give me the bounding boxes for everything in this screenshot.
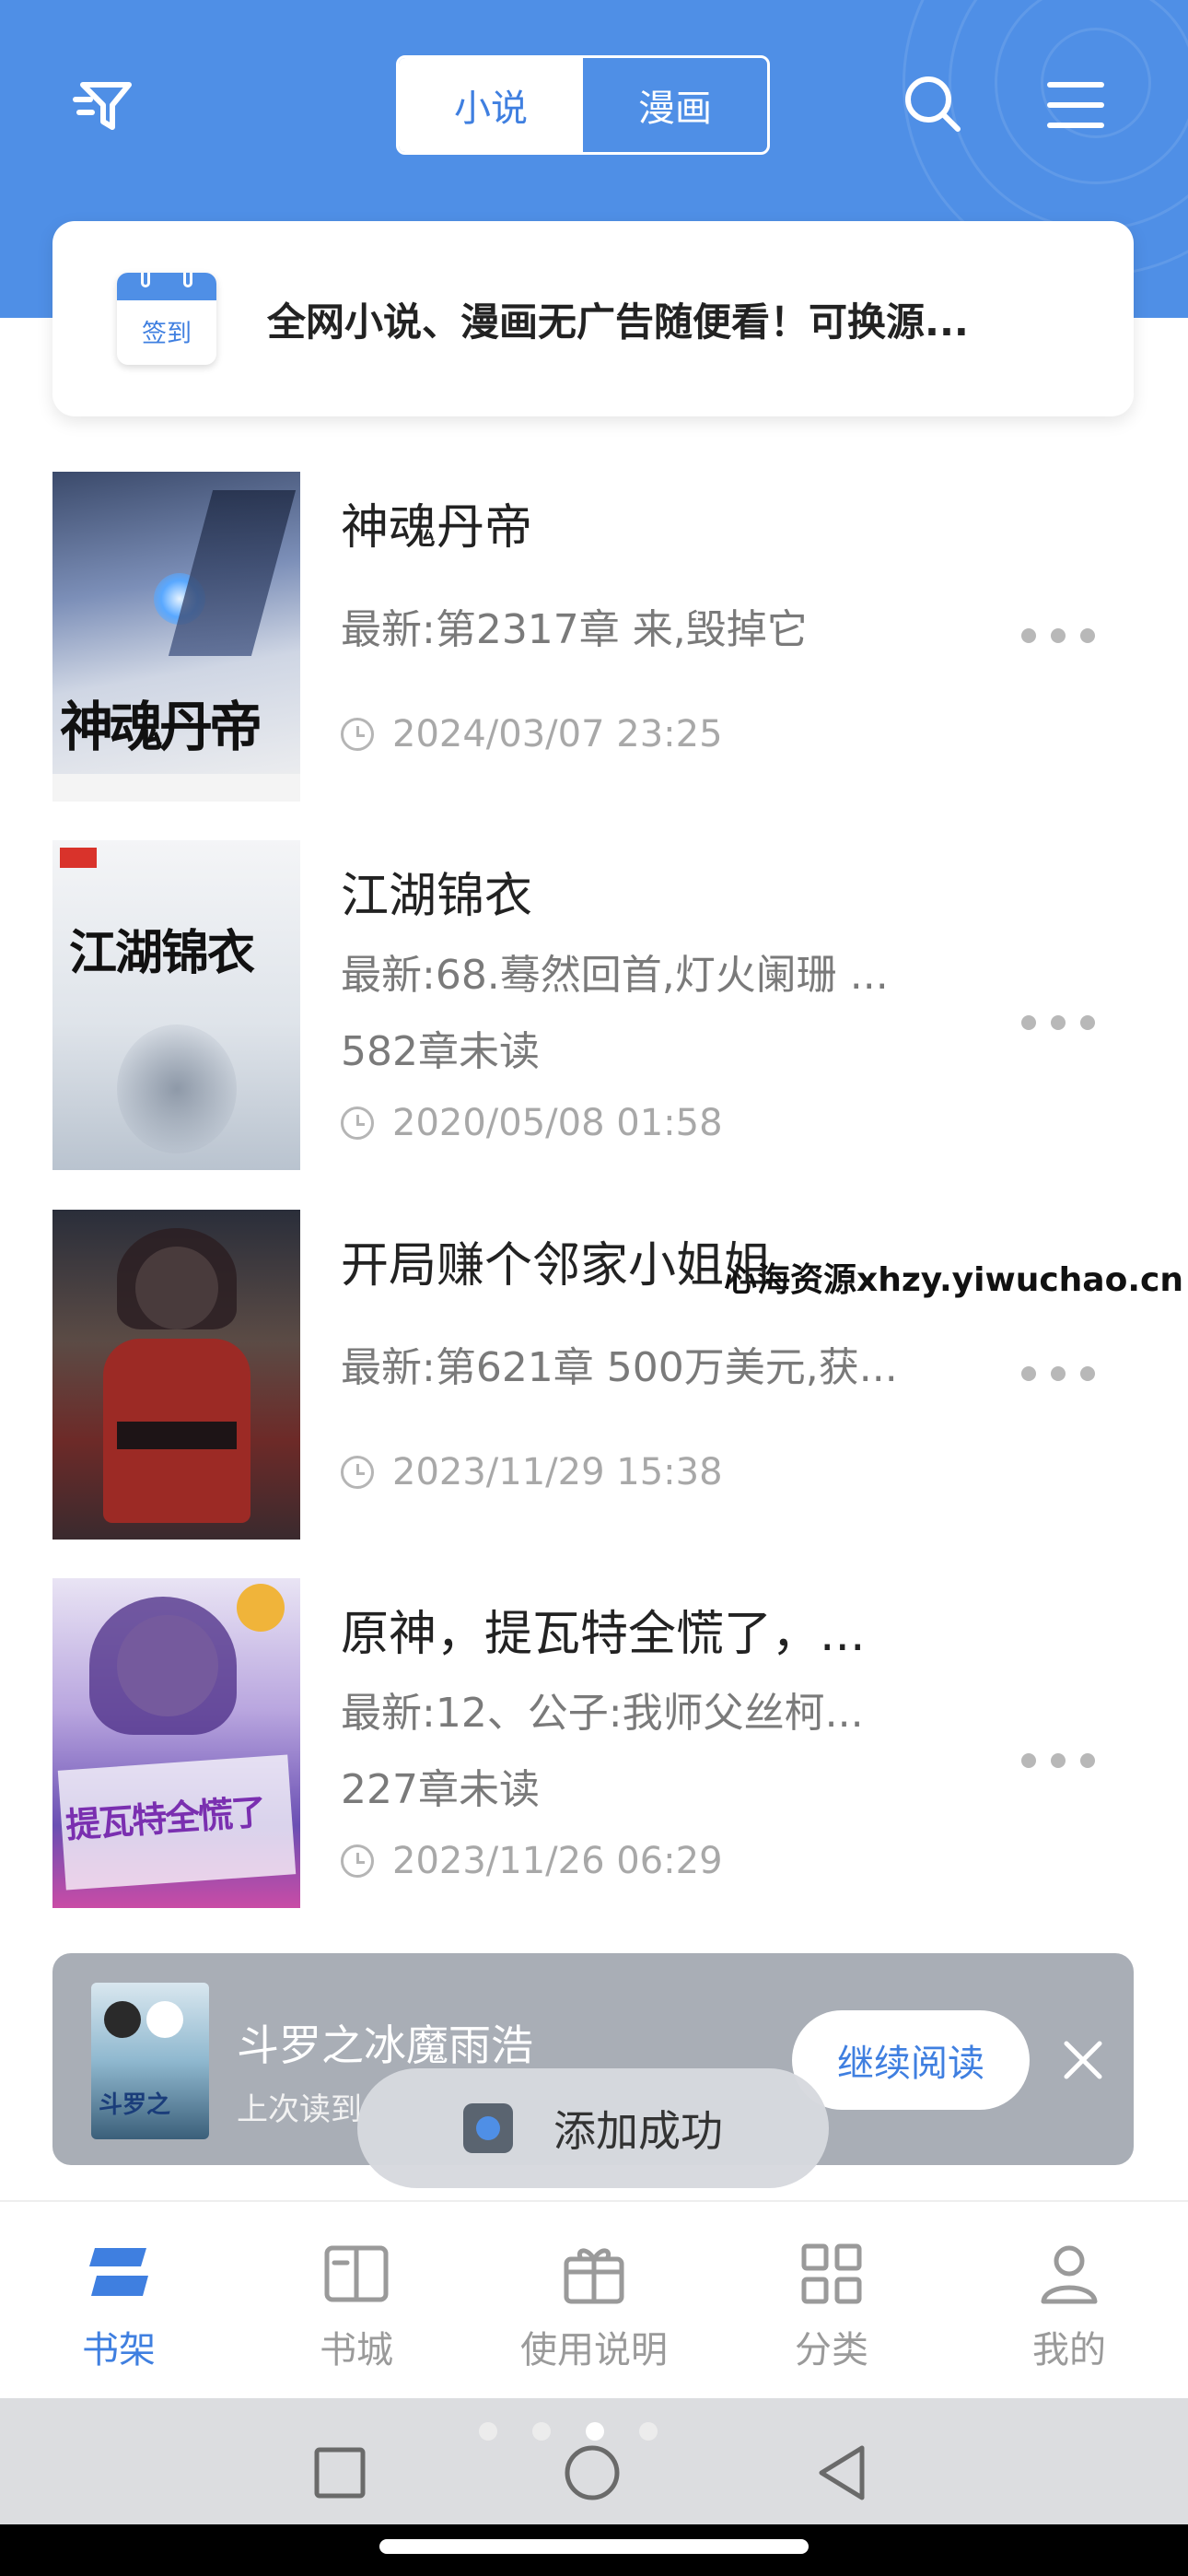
latest-chapter: 最新:第2317章 来,毁掉它	[341, 606, 808, 653]
tab-label: 书城	[320, 2329, 393, 2371]
tab-label: 我的	[1032, 2329, 1106, 2371]
tab-comic[interactable]: 漫画	[583, 58, 767, 152]
page-dot	[586, 2422, 604, 2441]
more-options-icon[interactable]	[1021, 1355, 1095, 1392]
toast: 添加成功	[357, 2068, 829, 2188]
update-time: 2024/03/07 23:25	[341, 713, 723, 755]
update-time-text: 2020/05/08 01:58	[392, 1102, 723, 1144]
update-time: 2020/05/08 01:58	[341, 1102, 723, 1144]
clock-icon	[341, 718, 374, 751]
book-title: 神魂丹帝	[341, 500, 533, 556]
watermark-text: 心海资源xhzy.yiwuchao.cn	[724, 1261, 1183, 1299]
book-item[interactable]: 神魂丹帝 神魂丹帝 最新:第2317章 来,毁掉它 2024/03/07 23:…	[52, 472, 1139, 802]
filter-icon[interactable]	[72, 72, 138, 138]
tab-label: 分类	[795, 2329, 868, 2371]
tab-novel[interactable]: 小说	[399, 58, 583, 152]
book-cover: 神魂丹帝	[52, 472, 300, 802]
unread-count: 582章未读	[341, 1028, 540, 1075]
calendar-icon: 签到	[117, 273, 216, 365]
latest-chapter: 最新:12、公子:我师父丝柯...	[341, 1690, 864, 1737]
sign-in-banner[interactable]: 签到 全网小说、漫画无广告随便看！可换源...	[52, 221, 1134, 416]
book-title: 原神，提瓦特全慌了，...	[341, 1607, 866, 1662]
sign-in-label: 签到	[142, 320, 192, 348]
last-read-label: 上次读到	[237, 2091, 362, 2128]
clock-icon	[341, 1107, 374, 1140]
cover-title: 江湖锦衣	[69, 925, 255, 981]
square-icon[interactable]	[308, 2441, 372, 2505]
continue-book-cover: 斗罗之	[91, 1983, 209, 2139]
unread-count: 227章未读	[341, 1766, 540, 1813]
tab-label: 书架	[82, 2329, 156, 2371]
menu-icon[interactable]	[1046, 77, 1105, 133]
page-dot	[532, 2422, 551, 2441]
page-indicator	[479, 2422, 658, 2441]
book-cover	[52, 1210, 300, 1540]
update-time-text: 2023/11/29 15:38	[392, 1451, 723, 1493]
book-icon	[324, 2245, 389, 2302]
tab-bookshelf[interactable]: 书架	[0, 2202, 238, 2398]
page-dot	[479, 2422, 497, 2441]
continue-cover-title: 斗罗之	[99, 2091, 171, 2119]
bookshelf-screen: 小说 漫画 签到 全网小说、漫画无广告随便看！可换源... 神魂丹帝 神魂丹帝 …	[0, 0, 1188, 2576]
bottom-tab-bar: 书架 书城 使用说明 分类 我的	[0, 2200, 1188, 2398]
toast-text: 添加成功	[553, 2106, 723, 2156]
clock-icon	[341, 1844, 374, 1878]
bookshelf-icon	[89, 2248, 148, 2296]
more-options-icon[interactable]	[1021, 1004, 1095, 1041]
more-options-icon[interactable]	[1021, 1742, 1095, 1779]
tab-label: 使用说明	[520, 2329, 668, 2371]
home-indicator[interactable]	[379, 2539, 809, 2554]
app-icon	[463, 2103, 513, 2153]
clock-icon	[341, 1456, 374, 1489]
cover-title: 神魂丹帝	[60, 696, 262, 758]
latest-chapter: 最新:68.蓦然回首,灯火阑珊 ...	[341, 952, 889, 999]
search-icon[interactable]	[901, 72, 965, 136]
latest-chapter: 最新:第621章 500万美元,获...	[341, 1344, 898, 1391]
back-triangle-icon[interactable]	[810, 2441, 875, 2505]
book-cover: 提瓦特全慌了	[52, 1578, 300, 1908]
update-time-text: 2023/11/26 06:29	[392, 1840, 723, 1882]
continue-book-title: 斗罗之冰魔雨浩	[237, 2020, 533, 2070]
tab-bookstore[interactable]: 书城	[238, 2202, 475, 2398]
circle-icon[interactable]	[560, 2441, 624, 2505]
tab-categories[interactable]: 分类	[713, 2202, 950, 2398]
grid-icon	[801, 2243, 862, 2304]
book-title: 开局赚个邻家小姐姐	[341, 1238, 773, 1294]
tab-mine[interactable]: 我的	[950, 2202, 1188, 2398]
more-options-icon[interactable]	[1021, 617, 1095, 654]
update-time: 2023/11/29 15:38	[341, 1451, 723, 1493]
close-icon[interactable]	[1061, 2038, 1105, 2082]
content-type-switch: 小说 漫画	[396, 55, 770, 155]
continue-reading-button[interactable]: 继续阅读	[792, 2010, 1030, 2110]
update-time-text: 2024/03/07 23:25	[392, 713, 723, 755]
tab-instructions[interactable]: 使用说明	[475, 2202, 713, 2398]
book-cover: 江湖锦衣	[52, 840, 300, 1170]
banner-text: 全网小说、漫画无广告随便看！可换源...	[267, 299, 969, 345]
book-item[interactable]: 提瓦特全慌了 原神，提瓦特全慌了，... 最新:12、公子:我师父丝柯... 2…	[52, 1578, 1139, 1908]
gift-icon	[564, 2248, 624, 2304]
page-dot	[639, 2422, 658, 2441]
book-title: 江湖锦衣	[341, 869, 533, 924]
user-icon	[1041, 2245, 1098, 2304]
update-time: 2023/11/26 06:29	[341, 1840, 723, 1882]
book-item[interactable]: 江湖锦衣 江湖锦衣 最新:68.蓦然回首,灯火阑珊 ... 582章未读 202…	[52, 840, 1139, 1170]
